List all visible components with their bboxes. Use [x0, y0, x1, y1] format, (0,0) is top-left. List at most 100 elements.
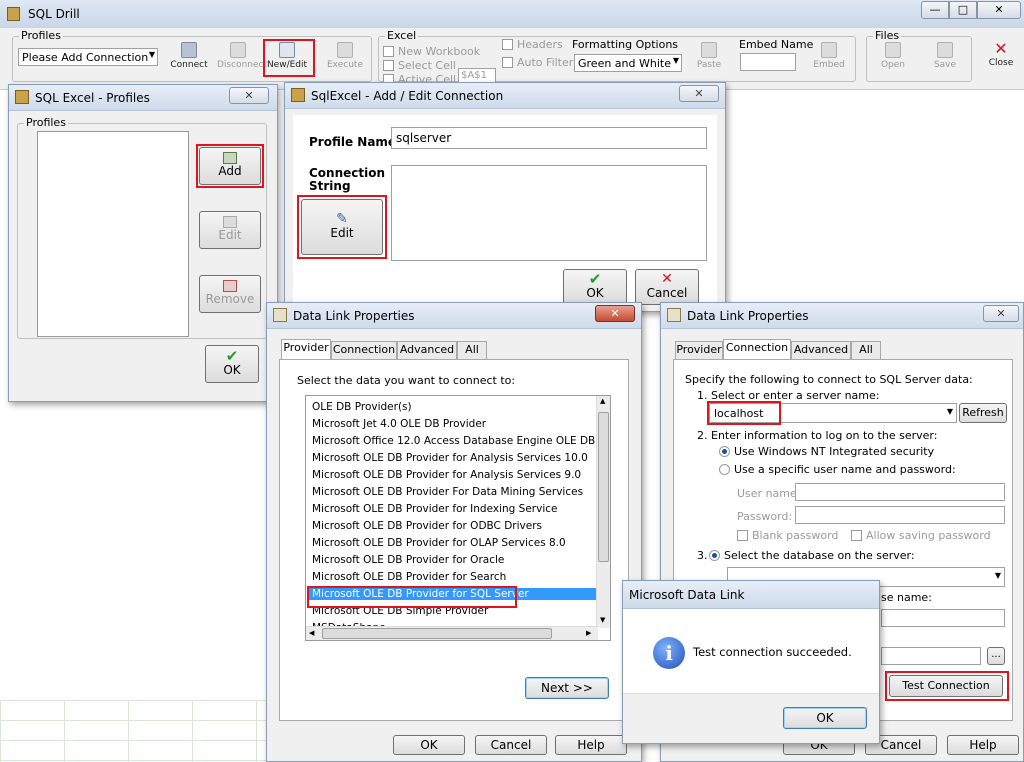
profile-name-label: Profile Name [309, 135, 397, 149]
dlp-connection-close-button[interactable]: ✕ [983, 305, 1019, 322]
tab-advanced[interactable]: Advanced [397, 341, 457, 359]
tab-provider[interactable]: Provider [281, 339, 331, 359]
edit-highlight [297, 195, 387, 259]
scroll-down-icon: ▼ [600, 616, 606, 624]
profile-select[interactable]: Please Add Connection ▼ [18, 48, 158, 66]
connection-cancel-button[interactable]: ✕ Cancel [635, 269, 699, 305]
user-name-input[interactable] [795, 483, 1005, 501]
file-path-input[interactable] [881, 647, 981, 665]
connection-close-button[interactable]: ✕ [679, 85, 719, 102]
message-ok-button[interactable]: OK [783, 707, 867, 729]
list-item[interactable]: Microsoft Jet 4.0 OLE DB Provider [312, 418, 486, 430]
cell-ref-value: $A$1 [461, 70, 487, 81]
next-button[interactable]: Next >> [525, 677, 609, 699]
scroll-right-icon: ▶ [586, 629, 592, 637]
cancel-label: Cancel [646, 286, 688, 300]
dlp-provider-cancel-button[interactable]: Cancel [475, 735, 547, 755]
user-name-label: User name: [737, 487, 801, 500]
use-specific-radio[interactable]: Use a specific user name and password: [719, 463, 956, 476]
refresh-label: Refresh [962, 406, 1004, 419]
embed-name-field[interactable] [740, 53, 796, 71]
dlp-provider-ok-button[interactable]: OK [393, 735, 465, 755]
minimize-button[interactable]: — [921, 1, 949, 19]
green-check-icon: ✔ [225, 347, 239, 365]
headers-check[interactable]: Headers [502, 38, 563, 51]
tab-label: Connection [725, 341, 789, 354]
profiles-ok-button[interactable]: ✔ OK [205, 345, 259, 383]
attach-db-input[interactable] [881, 609, 1005, 627]
remove-profile-button[interactable]: Remove [199, 275, 261, 313]
select-cell-check[interactable]: Select Cell [383, 59, 456, 72]
app-icon [291, 88, 305, 102]
connect-label: Connect [170, 60, 208, 70]
tab-connection[interactable]: Connection [723, 339, 791, 359]
tab-label: Advanced [793, 343, 849, 356]
profile-name-input[interactable]: sqlserver [391, 127, 707, 149]
list-item[interactable]: Microsoft OLE DB Provider for OLAP Servi… [312, 537, 566, 549]
ok-label: OK [586, 286, 604, 300]
list-item[interactable]: Microsoft OLE DB Provider For Data Minin… [312, 486, 583, 498]
new-workbook-label: New Workbook [398, 45, 481, 58]
tab-connection[interactable]: Connection [331, 341, 397, 359]
ok-label: OK [816, 711, 834, 725]
profiles-close-button[interactable]: ✕ [229, 87, 269, 104]
list-item[interactable]: Microsoft OLE DB Provider for Analysis S… [312, 469, 581, 481]
tab-all[interactable]: All [851, 341, 881, 359]
list-item[interactable]: Microsoft OLE DB Provider for Search [312, 571, 506, 583]
paste-button[interactable]: Paste [688, 40, 730, 75]
list-item[interactable]: Microsoft OLE DB Provider for ODBC Drive… [312, 520, 542, 532]
maximize-button[interactable]: □ [949, 1, 977, 19]
dlp-connection-titlebar: Data Link Properties ✕ [661, 303, 1023, 329]
password-input[interactable] [795, 506, 1005, 524]
server-highlight [707, 401, 781, 425]
vertical-scrollbar[interactable]: ▲ ▼ [596, 396, 610, 628]
use-nt-radio[interactable]: Use Windows NT Integrated security [719, 445, 934, 458]
data-link-icon [273, 308, 287, 322]
help-label: Help [577, 738, 605, 752]
list-item[interactable]: Microsoft OLE DB Provider for Indexing S… [312, 503, 557, 515]
tab-provider[interactable]: Provider [675, 341, 723, 359]
allow-saving-check[interactable]: Allow saving password [851, 529, 991, 542]
profiles-list[interactable] [37, 131, 189, 337]
connect-button[interactable]: Connect [168, 40, 210, 75]
embed-button[interactable]: Embed [808, 40, 850, 75]
list-item[interactable]: Microsoft Office 12.0 Access Database En… [312, 435, 610, 447]
browse-button[interactable]: ... [987, 647, 1005, 665]
tab-all[interactable]: All [457, 341, 487, 359]
list-item[interactable]: Microsoft OLE DB Provider for Analysis S… [312, 452, 588, 464]
save-label: Save [933, 60, 957, 70]
formatting-select[interactable]: Green and White ▼ [574, 54, 682, 72]
scroll-thumb[interactable] [598, 412, 609, 562]
close-button[interactable]: ✕ Close [980, 40, 1022, 75]
tab-advanced[interactable]: Advanced [791, 341, 851, 359]
dlp-connection-title: Data Link Properties [687, 309, 809, 323]
play-icon [337, 42, 353, 58]
execute-button[interactable]: Execute [324, 40, 366, 75]
save-button[interactable]: Save [924, 40, 966, 75]
connection-ok-button[interactable]: ✔ OK [563, 269, 627, 305]
embed-name-label: Embed Name [739, 38, 814, 51]
main-close-button[interactable]: ✕ [977, 1, 1021, 19]
dlp-provider-help-button[interactable]: Help [555, 735, 627, 755]
checkbox-icon [502, 39, 513, 50]
select-db-radio[interactable]: Select the database on the server: [709, 549, 915, 562]
step3-label: 3. [697, 549, 708, 562]
sql-server-highlight [307, 586, 517, 608]
edit-profile-button[interactable]: Edit [199, 211, 261, 249]
tab-label: Advanced [399, 343, 455, 356]
auto-filter-check[interactable]: Auto Filter [502, 56, 573, 69]
refresh-button[interactable]: Refresh [959, 403, 1007, 423]
profile-name-value: sqlserver [396, 131, 452, 145]
list-item[interactable]: Microsoft OLE DB Provider for Oracle [312, 554, 504, 566]
chevron-down-icon: ▼ [672, 56, 679, 65]
connection-string-input[interactable] [391, 165, 707, 261]
dlp-provider-close-button[interactable]: ✕ [595, 305, 635, 322]
horizontal-scrollbar[interactable]: ◀ ▶ [306, 626, 598, 640]
h-scroll-thumb[interactable] [322, 628, 552, 639]
disconnect-button[interactable]: Disconnect [217, 40, 267, 75]
open-button[interactable]: Open [872, 40, 914, 75]
blank-password-check[interactable]: Blank password [737, 529, 838, 542]
new-workbook-check[interactable]: New Workbook [383, 45, 480, 58]
scroll-left-icon: ◀ [309, 629, 315, 637]
dlp-connection-help-button[interactable]: Help [947, 735, 1019, 755]
